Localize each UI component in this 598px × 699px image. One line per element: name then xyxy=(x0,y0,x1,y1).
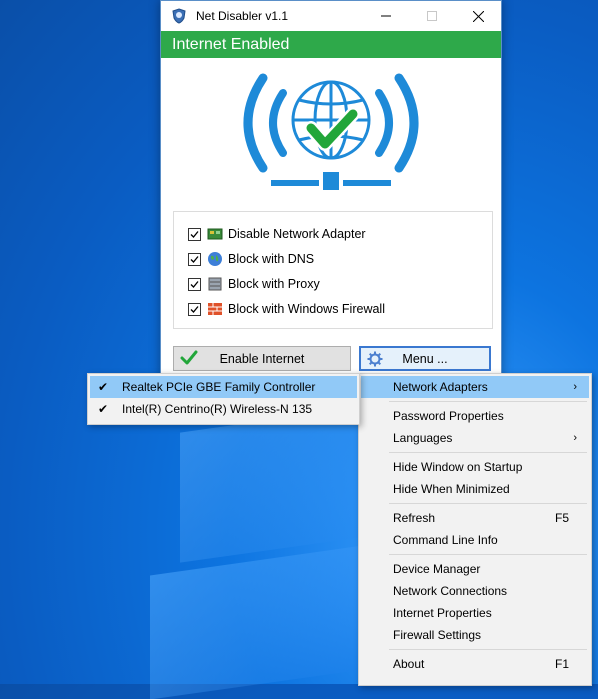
shortcut-label: F1 xyxy=(554,657,569,671)
close-button[interactable] xyxy=(455,1,501,31)
submenu-item-label: Realtek PCIe GBE Family Controller xyxy=(122,380,316,394)
menu-item-label: Hide When Minimized xyxy=(393,482,510,496)
menu-item-label: Internet Properties xyxy=(393,606,492,620)
menu-item-refresh[interactable]: Refresh F5 xyxy=(361,507,589,529)
menu-item-label: Network Connections xyxy=(393,584,508,598)
menu-item-hide-on-startup[interactable]: Hide Window on Startup xyxy=(361,456,589,478)
menu-item-label: Network Adapters xyxy=(393,380,488,394)
menu-button[interactable]: Menu ... xyxy=(359,346,491,371)
menu-item-password-properties[interactable]: Password Properties xyxy=(361,405,589,427)
desktop-light-pane xyxy=(180,407,360,563)
menu-separator xyxy=(389,503,587,504)
option-disable-adapter[interactable]: Disable Network Adapter xyxy=(188,224,366,244)
menu-item-command-line-info[interactable]: Command Line Info xyxy=(361,529,589,551)
menu-item-label: Languages xyxy=(393,431,453,445)
menu-item-internet-properties[interactable]: Internet Properties xyxy=(361,602,589,624)
menu-separator xyxy=(389,649,587,650)
option-label: Block with DNS xyxy=(228,252,315,266)
firewall-icon xyxy=(207,301,223,317)
menu-label: Menu ... xyxy=(402,351,448,366)
desktop-light-pane xyxy=(150,544,370,699)
menu-separator xyxy=(389,452,587,453)
menu-item-label: About xyxy=(393,657,425,671)
server-icon xyxy=(207,276,223,292)
enable-internet-label: Enable Internet xyxy=(219,351,305,366)
checkbox[interactable] xyxy=(188,302,201,316)
app-shield-icon[interactable] xyxy=(170,7,188,25)
chevron-right-icon: › xyxy=(573,381,577,393)
submenu-item-realtek[interactable]: ✔ Realtek PCIe GBE Family Controller xyxy=(90,376,357,398)
menu-item-label: Refresh xyxy=(393,511,436,525)
menu-item-label: Firewall Settings xyxy=(393,628,482,642)
option-block-firewall[interactable]: Block with Windows Firewall xyxy=(188,299,385,319)
green-check-icon xyxy=(180,350,198,369)
submenu-item-intel[interactable]: ✔ Intel(R) Centrino(R) Wireless-N 135 xyxy=(90,398,357,420)
net-disabler-window: Net Disabler v1.1 Internet Enabled Disab… xyxy=(160,0,502,380)
menu-item-about[interactable]: About F1 xyxy=(361,653,589,675)
menu-item-firewall-settings[interactable]: Firewall Settings xyxy=(361,624,589,646)
enable-internet-button[interactable]: Enable Internet xyxy=(173,346,351,371)
checkmark-icon: ✔ xyxy=(98,380,109,394)
option-label: Block with Proxy xyxy=(228,277,320,291)
network-globe-check-icon xyxy=(161,58,501,208)
context-menu: Network Adapters › Password Properties L… xyxy=(358,373,592,686)
title-bar[interactable]: Net Disabler v1.1 xyxy=(161,1,501,31)
minimize-button[interactable] xyxy=(363,1,409,31)
shortcut-label: F5 xyxy=(554,511,569,525)
menu-item-label: Password Properties xyxy=(393,409,504,423)
checkbox[interactable] xyxy=(188,252,201,266)
globe-icon xyxy=(207,251,223,267)
menu-item-device-manager[interactable]: Device Manager xyxy=(361,558,589,580)
network-adapters-submenu: ✔ Realtek PCIe GBE Family Controller ✔ I… xyxy=(87,373,360,425)
chevron-right-icon: › xyxy=(573,432,577,444)
checkbox[interactable] xyxy=(188,227,201,241)
menu-item-network-adapters[interactable]: Network Adapters › xyxy=(361,376,589,398)
menu-item-label: Device Manager xyxy=(393,562,481,576)
option-label: Disable Network Adapter xyxy=(228,227,366,241)
menu-item-label: Hide Window on Startup xyxy=(393,460,523,474)
menu-separator xyxy=(389,401,587,402)
menu-separator xyxy=(389,554,587,555)
maximize-button[interactable] xyxy=(409,1,455,31)
blocking-options-group: Disable Network Adapter Block with DNS B… xyxy=(173,211,493,329)
option-block-proxy[interactable]: Block with Proxy xyxy=(188,274,320,294)
option-label: Block with Windows Firewall xyxy=(228,302,385,316)
menu-item-label: Command Line Info xyxy=(393,533,498,547)
checkmark-icon: ✔ xyxy=(98,402,109,416)
submenu-item-label: Intel(R) Centrino(R) Wireless-N 135 xyxy=(122,402,313,416)
option-block-dns[interactable]: Block with DNS xyxy=(188,249,314,269)
menu-item-hide-when-minimized[interactable]: Hide When Minimized xyxy=(361,478,589,500)
window-title: Net Disabler v1.1 xyxy=(196,9,289,23)
menu-item-network-connections[interactable]: Network Connections xyxy=(361,580,589,602)
network-adapter-icon xyxy=(207,226,223,242)
internet-status-banner: Internet Enabled xyxy=(161,31,501,58)
checkbox[interactable] xyxy=(188,277,201,291)
gear-icon xyxy=(367,351,383,370)
menu-item-languages[interactable]: Languages › xyxy=(361,427,589,449)
